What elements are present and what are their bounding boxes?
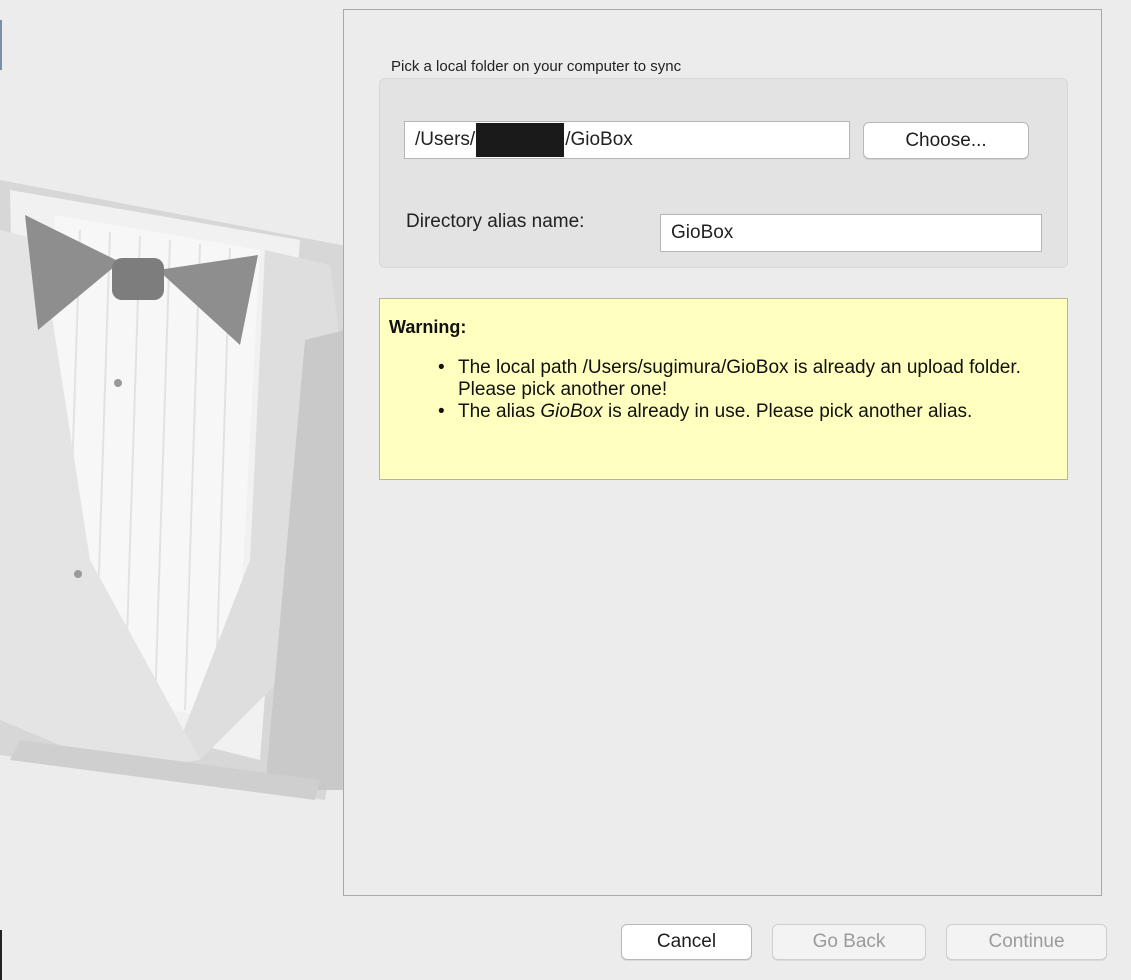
bullet-icon: • [438, 401, 445, 422]
warning-item-text: The local path /Users/sugimura/GioBox is… [458, 357, 1021, 400]
warning-box: Warning: • The local path /Users/sugimur… [379, 298, 1068, 480]
warning-item-text-after: is already in use. Please pick another a… [602, 401, 973, 422]
folder-settings-group: /Users/ /GioBox Choose... GioBox [379, 78, 1068, 268]
warning-title: Warning: [389, 317, 467, 337]
warning-item: • The alias GioBox is already in use. Pl… [438, 401, 1053, 423]
warning-list: • The local path /Users/sugimura/GioBox … [438, 357, 1053, 423]
alias-emphasis: GioBox [540, 401, 603, 422]
window-edge-mark [0, 20, 2, 70]
tuxedo-illustration [0, 0, 345, 980]
alias-name-field[interactable]: GioBox [660, 214, 1042, 252]
content-panel: Pick a local folder on your computer to … [343, 9, 1102, 896]
section-title: Pick a local folder on your computer to … [391, 58, 682, 75]
redacted-username [476, 123, 565, 157]
warning-item: • The local path /Users/sugimura/GioBox … [438, 357, 1053, 401]
window-edge-mark [0, 930, 2, 980]
local-path-field[interactable]: /Users/ /GioBox [404, 121, 850, 159]
path-prefix: /Users/ [415, 129, 476, 150]
alias-label: Directory alias name: [406, 211, 585, 232]
tuxedo-bowtie-icon [0, 180, 345, 800]
cancel-button[interactable]: Cancel [621, 924, 752, 960]
path-suffix: /GioBox [565, 129, 633, 150]
choose-button[interactable]: Choose... [863, 122, 1029, 159]
continue-button[interactable]: Continue [946, 924, 1107, 960]
warning-item-text-before: The alias [458, 401, 541, 422]
bullet-icon: • [438, 357, 445, 378]
go-back-button[interactable]: Go Back [772, 924, 926, 960]
